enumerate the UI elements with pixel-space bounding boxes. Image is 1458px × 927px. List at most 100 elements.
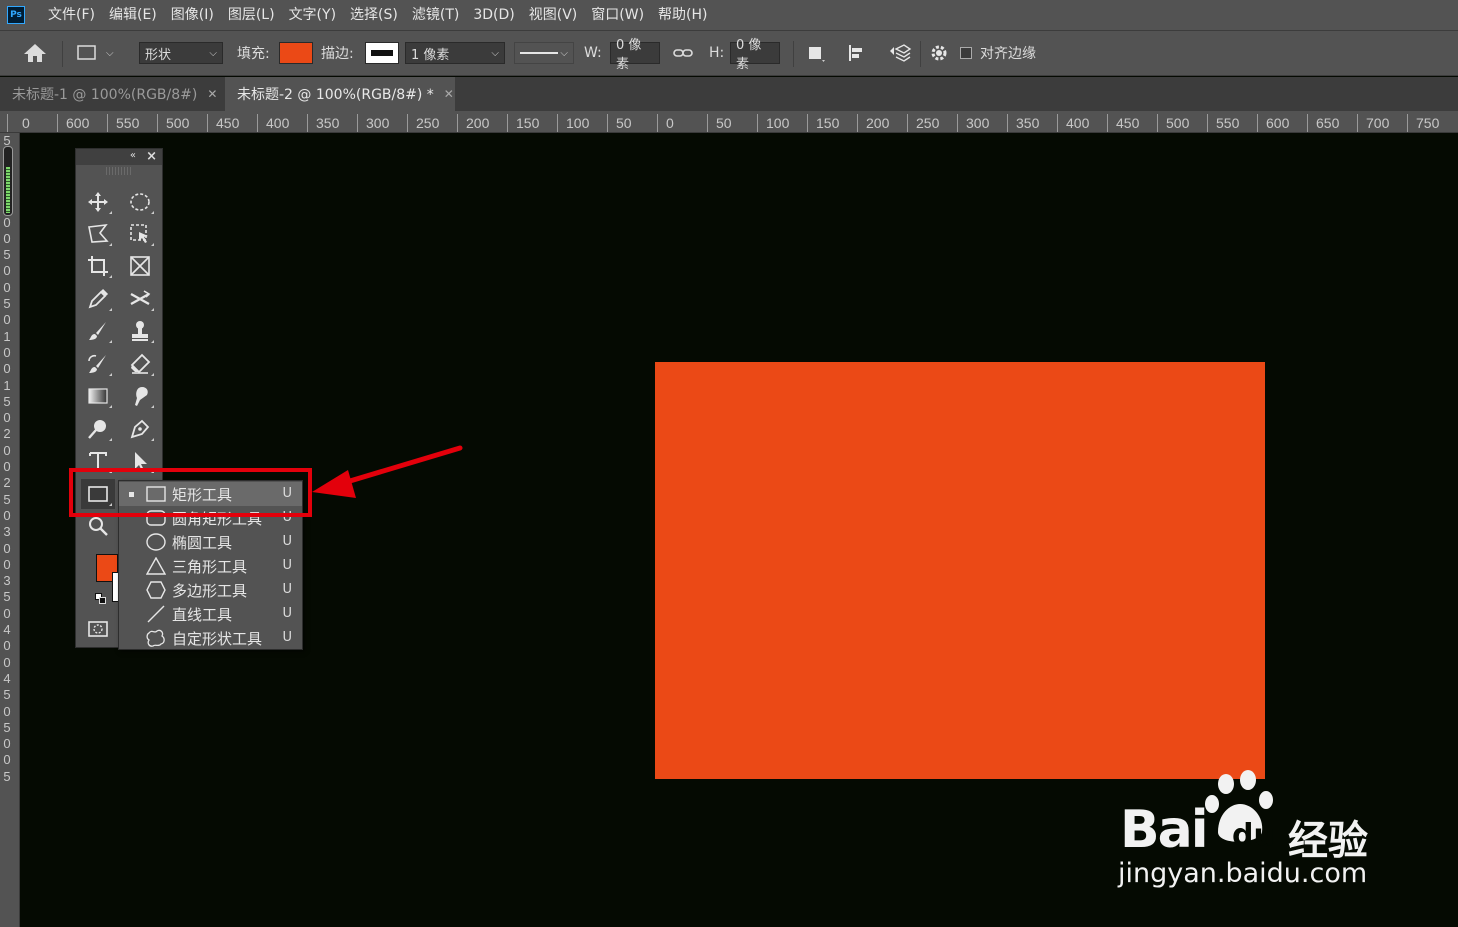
- ruler-label: 350: [316, 115, 340, 131]
- ruler-tick: [7, 114, 8, 132]
- stroke-type-select[interactable]: ⌵: [514, 42, 574, 64]
- ruler-label: 0: [3, 459, 11, 474]
- rectangle-shape[interactable]: [655, 362, 1265, 779]
- close-icon[interactable]: ✕: [207, 87, 217, 101]
- ruler-label: 0: [3, 638, 11, 654]
- eraser-tool[interactable]: [123, 349, 157, 379]
- ruler-tick: [907, 114, 908, 132]
- ruler-label: 300: [366, 115, 390, 131]
- drag-grip[interactable]: [106, 167, 132, 175]
- watermark-url: jingyan.baidu.com: [1118, 858, 1368, 889]
- flyout-item-line[interactable]: 直线工具 U: [119, 602, 302, 626]
- flyout-label: 三角形工具: [172, 558, 248, 576]
- quick-mask-button[interactable]: [81, 614, 115, 644]
- flyout-item-polygon[interactable]: 多边形工具 U: [119, 578, 302, 602]
- menu-edit[interactable]: 编辑(E): [102, 0, 164, 30]
- shortcut-key: U: [282, 582, 292, 597]
- eraser-icon: [130, 353, 151, 374]
- ruler-label: 0: [3, 654, 11, 670]
- width-value: 0 像素: [616, 38, 642, 72]
- menu-view[interactable]: 视图(V): [522, 0, 585, 30]
- dodge-icon: [88, 420, 106, 439]
- lasso-tool[interactable]: [81, 219, 115, 249]
- menu-layer[interactable]: 图层(L): [221, 0, 282, 30]
- menu-help[interactable]: 帮助(H): [651, 0, 714, 30]
- height-field[interactable]: 0 像素: [730, 38, 780, 72]
- home-button[interactable]: [22, 31, 48, 75]
- ruler-label: 50: [616, 115, 632, 131]
- menu-select[interactable]: 选择(S): [343, 0, 405, 30]
- menu-type[interactable]: 文字(Y): [282, 0, 343, 30]
- smudge-tool[interactable]: [123, 381, 157, 411]
- stroke-color-swatch[interactable]: [365, 42, 399, 64]
- healing-brush-tool[interactable]: [123, 284, 157, 314]
- ruler-label: 200: [866, 115, 890, 131]
- close-icon[interactable]: ×: [146, 149, 157, 164]
- ruler-tick: [557, 114, 558, 132]
- menu-filter[interactable]: 滤镜(T): [405, 0, 466, 30]
- chevron-down-icon: ⌵: [491, 47, 499, 59]
- align-edges-checkbox[interactable]: [960, 47, 972, 59]
- tab-document-2[interactable]: 未标题-2 @ 100%(RGB/8#) * ✕: [225, 77, 455, 111]
- ruler-tick: [257, 114, 258, 132]
- ruler-label: 550: [116, 115, 140, 131]
- ruler-tick: [707, 114, 708, 132]
- flyout-item-triangle[interactable]: 三角形工具 U: [119, 554, 302, 578]
- menu-window[interactable]: 窗口(W): [584, 0, 651, 30]
- dodge-tool[interactable]: [81, 414, 115, 444]
- flyout-item-ellipse[interactable]: 椭圆工具 U: [119, 530, 302, 554]
- ruler-label: 150: [816, 115, 840, 131]
- gradient-tool[interactable]: [81, 381, 115, 411]
- object-selection-tool[interactable]: [123, 219, 157, 249]
- frame-icon: [130, 256, 150, 276]
- eyedropper-icon: [88, 288, 109, 309]
- ruler-label: 0: [3, 752, 11, 768]
- stroke-width-field[interactable]: 1 像素 ⌵: [405, 42, 505, 64]
- pen-icon: [130, 419, 150, 439]
- menu-image[interactable]: 图像(I): [164, 0, 221, 30]
- fill-color-swatch[interactable]: [279, 42, 313, 64]
- clone-stamp-tool[interactable]: [123, 316, 157, 346]
- marquee-tool[interactable]: [123, 187, 157, 217]
- ruler-label: 100: [566, 115, 590, 131]
- collapse-icon[interactable]: «: [130, 150, 136, 161]
- flyout-item-custom-shape[interactable]: 自定形状工具 U: [119, 626, 302, 650]
- flyout-label: 椭圆工具: [172, 534, 233, 552]
- ruler-label: 50: [716, 115, 732, 131]
- flyout-label: 多边形工具: [172, 582, 248, 600]
- tool-preset-picker[interactable]: ⌵: [76, 31, 114, 75]
- ruler-label: 0: [3, 540, 11, 556]
- ruler-tick: [307, 114, 308, 132]
- smudge-icon: [135, 387, 148, 406]
- path-arrangement-button[interactable]: [886, 31, 912, 75]
- menu-file[interactable]: 文件(F): [41, 0, 102, 30]
- path-operations-button[interactable]: [805, 31, 827, 75]
- polygon-icon: [146, 581, 166, 599]
- pen-tool[interactable]: [123, 414, 157, 444]
- mode-select[interactable]: 形状 ⌵: [139, 42, 223, 64]
- eyedropper-tool[interactable]: [81, 284, 115, 314]
- crop-tool[interactable]: [81, 251, 115, 281]
- frame-tool[interactable]: [123, 251, 157, 281]
- close-icon[interactable]: ✕: [444, 87, 454, 101]
- settings-button[interactable]: [929, 31, 949, 75]
- ruler-tick: [207, 114, 208, 132]
- default-colors-icon[interactable]: [95, 593, 107, 605]
- history-brush-icon: [88, 354, 106, 373]
- ruler-label: 600: [66, 115, 90, 131]
- ruler-tick: [1207, 114, 1208, 132]
- ruler-indicator: [3, 146, 13, 216]
- quick-mask-icon: [88, 621, 108, 637]
- custom-shape-icon: [146, 629, 165, 647]
- width-field[interactable]: 0 像素: [610, 38, 660, 72]
- ruler-label: 5: [3, 687, 11, 703]
- brush-icon: [89, 322, 106, 340]
- ruler-label: 2: [3, 475, 11, 491]
- history-brush-tool[interactable]: [81, 349, 115, 379]
- tab-document-1[interactable]: 未标题-1 @ 100%(RGB/8#) ✕: [0, 77, 225, 111]
- brush-tool[interactable]: [81, 316, 115, 346]
- menu-3d[interactable]: 3D(D): [466, 0, 521, 30]
- path-alignment-button[interactable]: [846, 31, 868, 75]
- link-dimensions-button[interactable]: [672, 31, 694, 75]
- move-tool[interactable]: [81, 187, 115, 217]
